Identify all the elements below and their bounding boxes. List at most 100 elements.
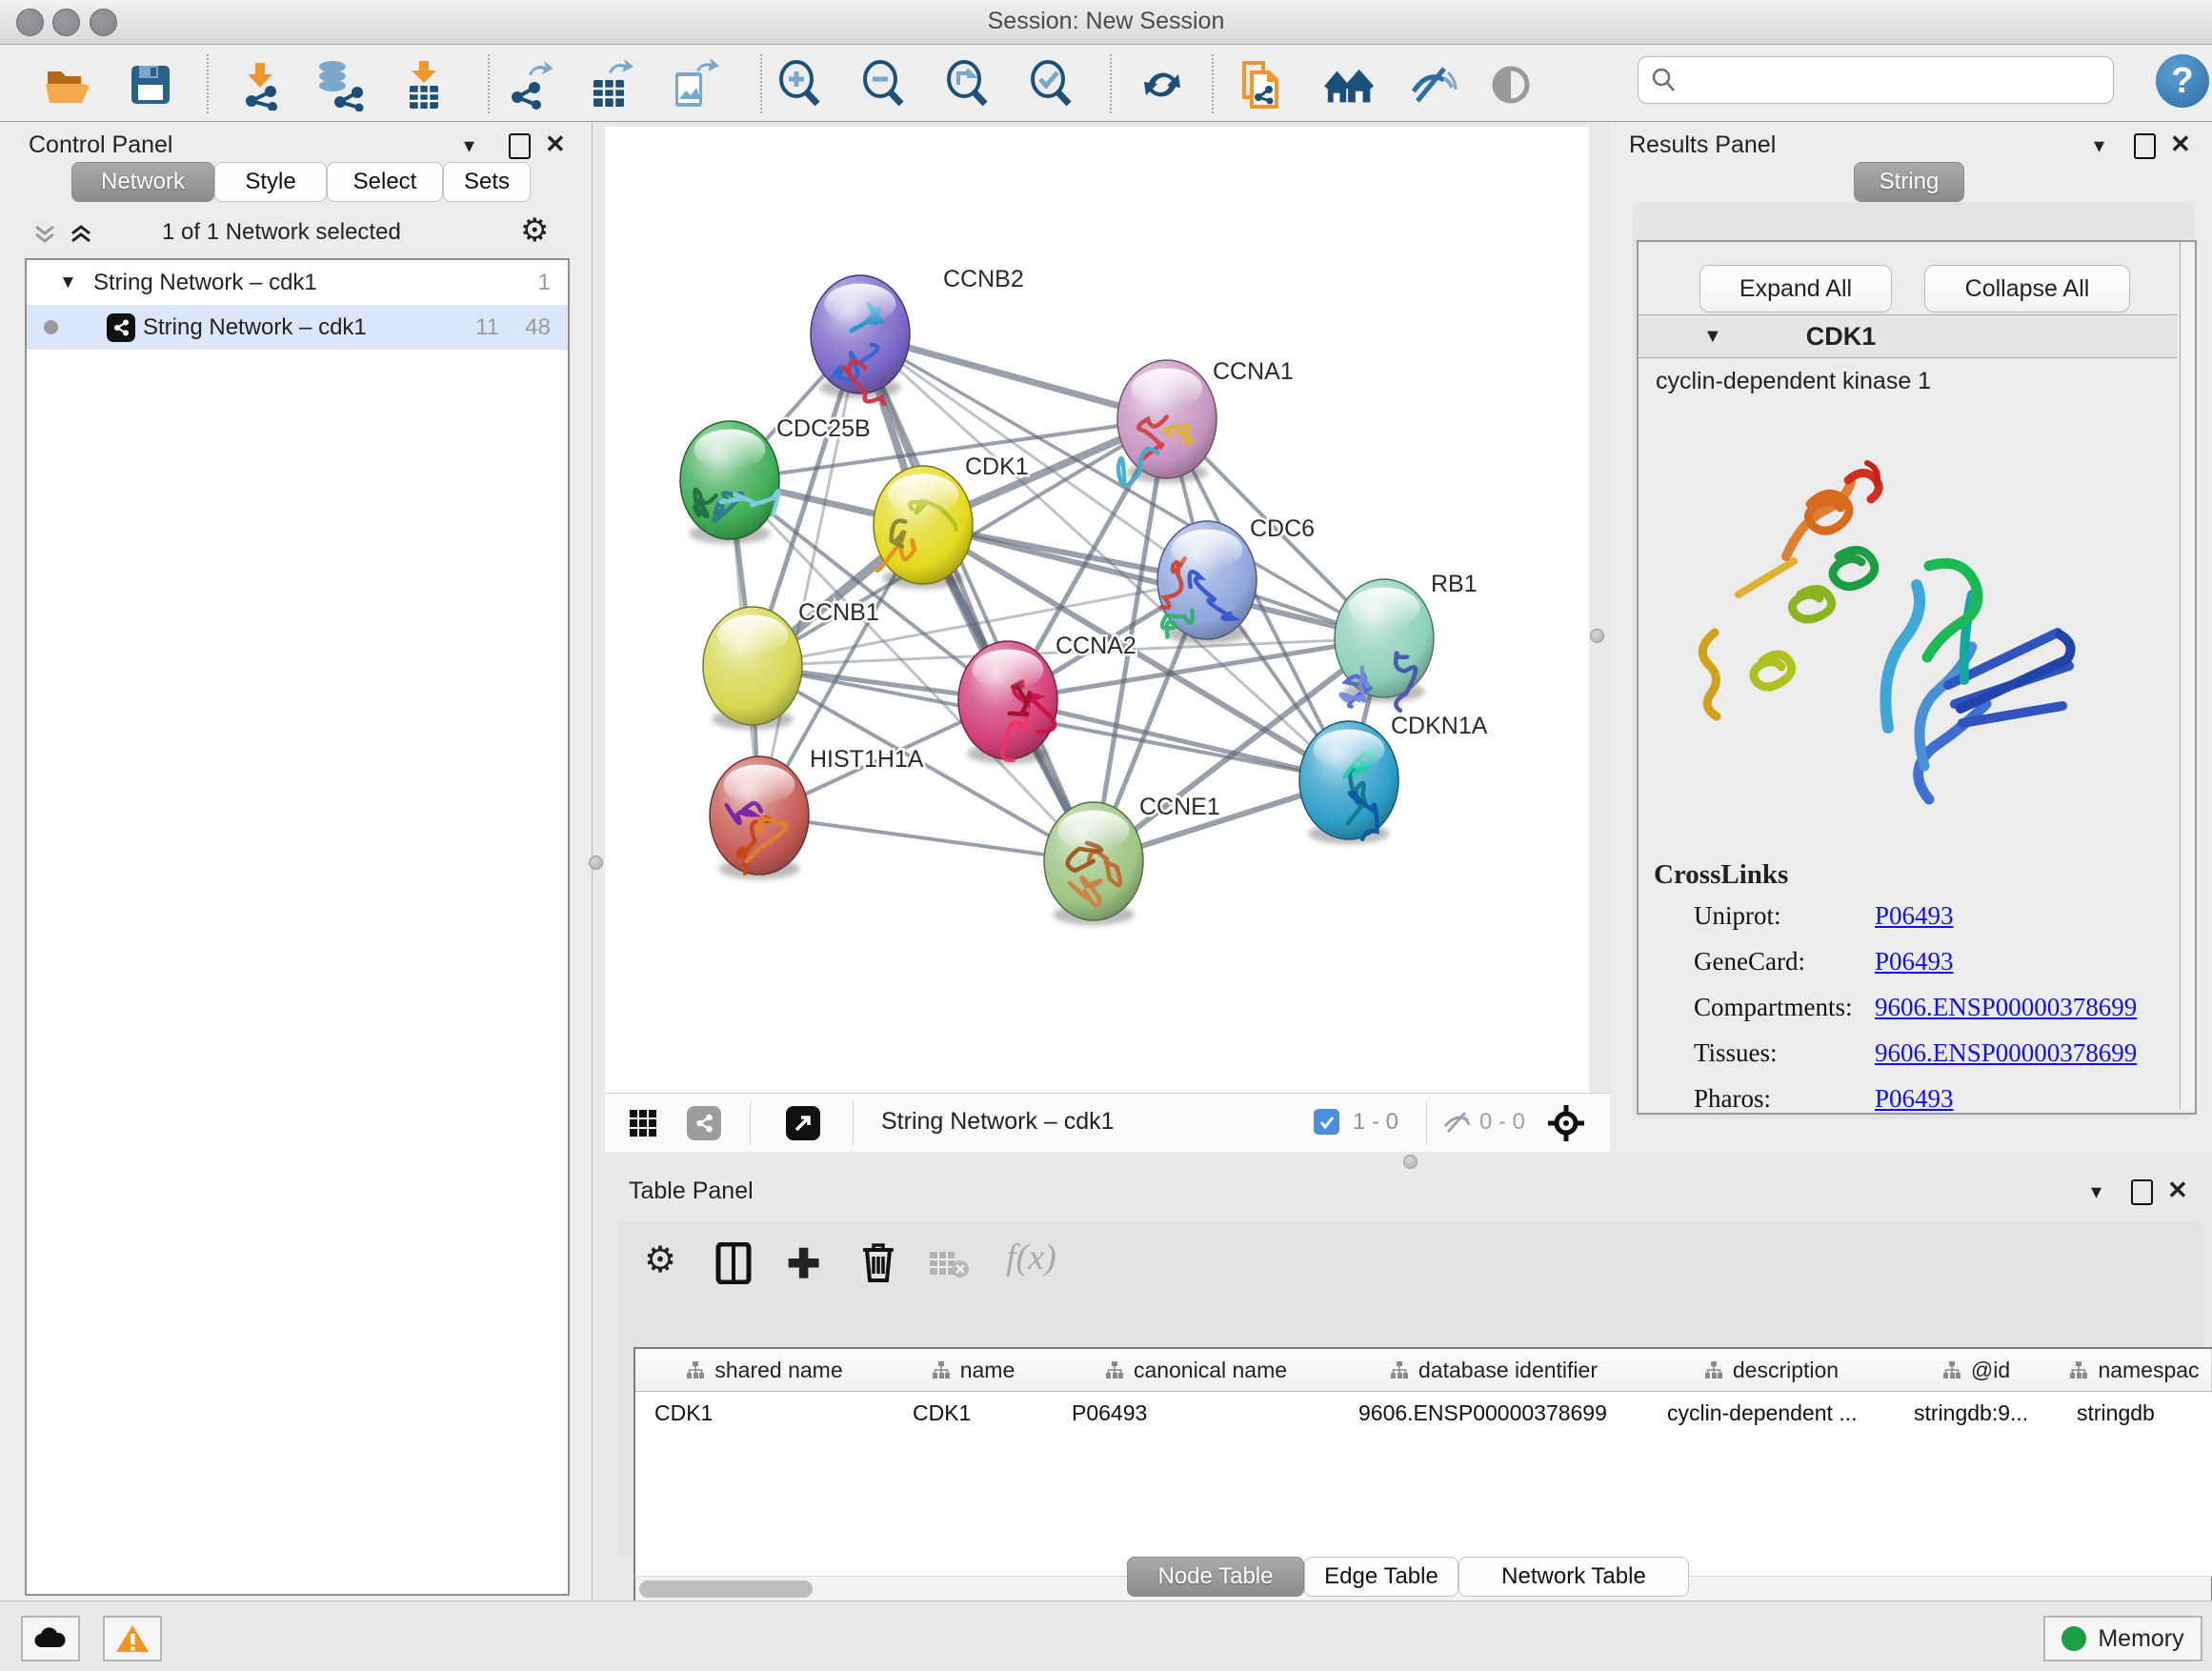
table-cell[interactable]: P06493 [1053,1393,1339,1433]
column-header-database-identifier[interactable]: database identifier [1339,1349,1649,1392]
zoom-fit-icon[interactable] [941,58,995,111]
save-session-icon[interactable] [124,58,177,111]
network-node-ccnb2[interactable]: CCNB2 [811,266,1024,404]
cloud-status-button[interactable] [21,1616,80,1661]
network-options-gear-icon[interactable]: ⚙ [520,211,549,250]
network-edge[interactable] [759,815,1094,861]
panel-float-icon[interactable] [509,133,531,159]
zoom-selected-icon[interactable] [1025,58,1078,111]
network-edge[interactable] [860,334,1094,861]
create-column-icon[interactable]: ✚ [787,1240,820,1287]
import-table-icon[interactable] [397,58,451,111]
selected-checkbox-icon[interactable] [1314,1109,1339,1135]
collection-expand-icon[interactable]: ▼ [59,272,77,293]
network-edge[interactable] [759,334,860,815]
expand-all-networks-icon[interactable] [69,222,93,247]
detach-view-icon[interactable] [786,1106,820,1140]
tab-string[interactable]: String [1854,162,1964,202]
crosslink-link[interactable]: P06493 [1875,901,1954,931]
help-button[interactable]: ? [2156,54,2209,108]
tab-style[interactable]: Style [214,162,327,202]
table-cell[interactable]: 9606.ENSP00000378699 [1339,1393,1648,1433]
network-node-cdk1[interactable]: CDK1 [874,453,1029,589]
network-node-ccne1[interactable]: CCNE1 [1044,794,1220,925]
tab-edge-table[interactable]: Edge Table [1304,1557,1458,1597]
network-edge[interactable] [1008,700,1349,780]
table-options-gear-icon[interactable]: ⚙ [644,1238,676,1281]
crosslink-link[interactable]: 9606.ENSP00000378699 [1875,993,2137,1022]
zoom-in-icon[interactable] [774,58,827,111]
panel-float-icon[interactable] [2131,1179,2153,1205]
horizontal-splitter[interactable] [605,1152,2212,1170]
hide-selected-eye-icon[interactable] [1406,58,1459,111]
network-canvas[interactable]: CCNB2CCNA1CDC25BCDK1CDC6RB1CCNB1CCNA2CDK… [605,127,1589,1093]
network-node-ccnb1[interactable]: CCNB1 [703,599,879,730]
import-network-icon[interactable] [233,58,287,111]
export-image-icon[interactable] [667,58,720,111]
string-network-graph[interactable]: CCNB2CCNA1CDC25BCDK1CDC6RB1CCNB1CCNA2CDK… [605,127,1589,1093]
results-scrollbar[interactable] [2180,242,2195,1109]
tab-select[interactable]: Select [327,162,443,202]
tab-node-table[interactable]: Node Table [1127,1557,1304,1597]
search-input[interactable] [1679,66,2082,94]
node-section-header[interactable]: ▼ CDK1 [1639,314,2178,358]
show-all-nodes-icon[interactable] [1324,58,1377,111]
network-node-cdc6[interactable]: CDC6 [1157,515,1315,644]
panel-close-icon[interactable]: ✕ [2170,130,2191,159]
column-header-canonical-name[interactable]: canonical name [1053,1349,1340,1392]
export-network-icon[interactable] [503,58,556,111]
right-splitter-handle[interactable] [1590,629,1604,643]
apply-layout-icon[interactable] [1136,58,1189,111]
show-hidden-eye-icon[interactable] [1486,58,1539,111]
column-header--id[interactable]: @id [1895,1349,2059,1392]
panel-menu-icon[interactable]: ▾ [2094,133,2104,158]
network-node-cdkn1a[interactable]: CDKN1A [1299,713,1488,844]
table-cell[interactable]: stringdb:9... [1895,1393,2058,1433]
import-network-from-database-icon[interactable] [312,58,365,111]
birdseye-toggle-icon[interactable] [1546,1103,1586,1143]
show-columns-icon[interactable] [714,1242,753,1284]
crosslink-link[interactable]: P06493 [1875,1084,1954,1114]
tab-network[interactable]: Network [71,162,214,202]
scrollbar-thumb[interactable] [639,1580,813,1598]
birdseye-grid-icon[interactable] [626,1106,660,1140]
zoom-out-icon[interactable] [857,58,911,111]
node-table[interactable]: shared name name canonical name database… [633,1347,2212,1580]
export-table-icon[interactable] [585,58,638,111]
search-box[interactable] [1638,56,2114,104]
panel-close-icon[interactable]: ✕ [2167,1176,2188,1205]
column-header-name[interactable]: name [894,1349,1054,1392]
column-header-namespac[interactable]: namespac [2058,1349,2212,1392]
table-cell[interactable]: cyclin-dependent ... [1648,1393,1895,1433]
network-node-ccna1[interactable]: CCNA1 [1117,358,1294,486]
section-collapse-icon[interactable]: ▼ [1703,326,1722,348]
column-header-description[interactable]: description [1648,1349,1896,1392]
clone-network-icon[interactable] [1234,58,1287,111]
table-cell[interactable]: CDK1 [894,1393,1053,1433]
collapse-all-button[interactable]: Collapse All [1924,265,2130,312]
left-splitter-handle[interactable] [589,856,603,870]
network-node-rb1[interactable]: RB1 [1335,571,1478,711]
memory-button[interactable]: Memory [2043,1616,2202,1661]
column-header-shared-name[interactable]: shared name [635,1349,895,1392]
delete-column-icon[interactable] [861,1240,895,1282]
panel-float-icon[interactable] [2134,133,2156,159]
network-type-share-icon[interactable] [687,1106,721,1140]
panel-close-icon[interactable]: ✕ [545,130,566,159]
warnings-button[interactable] [103,1616,162,1661]
table-cell[interactable]: stringdb [2058,1393,2211,1433]
panel-menu-icon[interactable]: ▾ [464,133,474,158]
crosslink-link[interactable]: 9606.ENSP00000378699 [1875,1038,2137,1068]
collapse-all-networks-icon[interactable] [32,222,57,247]
panel-menu-icon[interactable]: ▾ [2091,1179,2101,1204]
tab-sets[interactable]: Sets [443,162,531,202]
tab-network-table[interactable]: Network Table [1458,1557,1689,1597]
crosslink-link[interactable]: P06493 [1875,947,1954,976]
expand-all-button[interactable]: Expand All [1699,265,1892,312]
network-row-selected[interactable]: String Network – cdk1 11 48 [27,305,568,350]
network-node-hist1h1a[interactable]: HIST1H1A [710,746,924,879]
network-node-cdc25b[interactable]: CDC25B [680,415,871,544]
network-collection-row[interactable]: ▼ String Network – cdk1 1 [27,260,568,305]
table-cell[interactable]: CDK1 [635,1393,894,1433]
splitter-handle[interactable] [1403,1155,1418,1169]
